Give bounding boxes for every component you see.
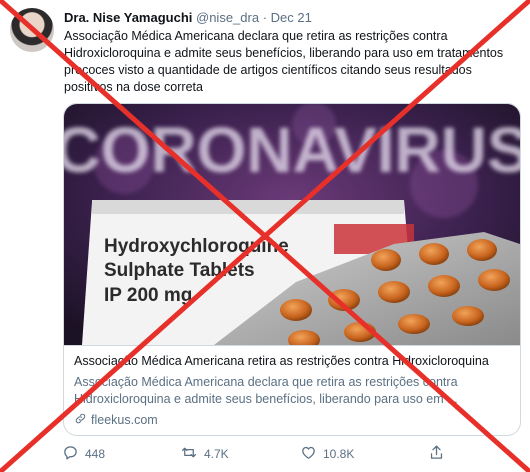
card-link-text[interactable]: fleekus.com <box>91 413 158 427</box>
card-image[interactable]: CORONAVIRUS Hydroxychloroquine Sulphate … <box>64 104 520 345</box>
tweet-text: Associação Médica Americana declara que … <box>64 29 504 94</box>
share-icon <box>428 444 445 464</box>
card-info[interactable]: Associação Médica Americana retira as re… <box>64 345 520 435</box>
box-line-2: Sulphate Tablets <box>104 260 255 281</box>
author-handle[interactable]: @nise_dra <box>196 10 259 25</box>
link-card[interactable]: CORONAVIRUS Hydroxychloroquine Sulphate … <box>63 103 521 436</box>
tweet-actions: 448 4.7K 10.8K <box>62 444 522 464</box>
link-icon <box>74 412 87 428</box>
reply-icon <box>62 444 79 464</box>
author-name[interactable]: Dra. Nise Yamaguchi <box>64 10 192 25</box>
like-count: 10.8K <box>323 447 355 461</box>
box-line-3: IP 200 mg <box>104 285 192 306</box>
retweet-icon <box>180 444 198 464</box>
like-button[interactable]: 10.8K <box>300 444 354 464</box>
avatar[interactable] <box>10 8 54 52</box>
retweet-button[interactable]: 4.7K <box>180 444 229 464</box>
reply-count: 448 <box>85 447 106 461</box>
box-line-1: Hydroxychloroquine <box>104 236 289 257</box>
like-icon <box>300 444 317 464</box>
background-word: CORONAVIRUS <box>64 114 520 186</box>
card-link[interactable]: fleekus.com <box>74 412 158 428</box>
retweet-count: 4.7K <box>204 447 229 461</box>
share-button[interactable] <box>428 444 445 464</box>
separator: · <box>262 10 268 25</box>
card-description: Associação Médica Americana declara que … <box>74 375 458 406</box>
tweet-header: Dra. Nise Yamaguchi @nise_dra · Dec 21 <box>64 10 312 25</box>
card-title[interactable]: Associação Médica Americana retira as re… <box>74 354 514 368</box>
reply-button[interactable]: 448 <box>62 444 105 464</box>
tweet-date[interactable]: Dec 21 <box>271 10 312 25</box>
